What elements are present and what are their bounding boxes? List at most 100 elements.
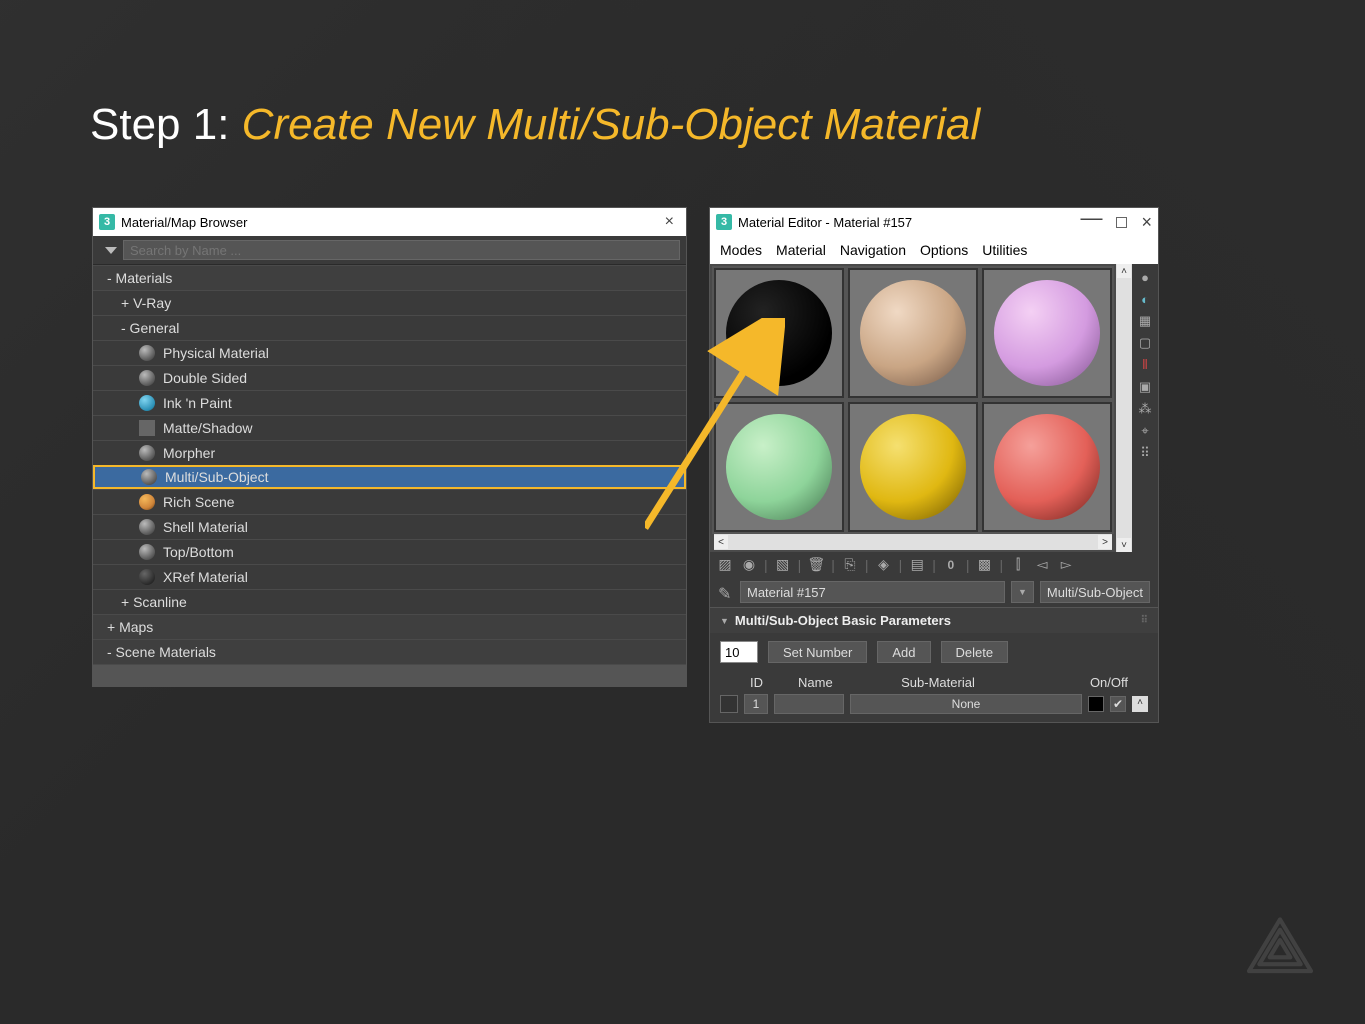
- sample-slot-1[interactable]: [714, 268, 844, 398]
- pick-material-icon[interactable]: ✎: [718, 584, 734, 600]
- show-end-icon[interactable]: ⫿: [1009, 556, 1027, 573]
- get-material-icon[interactable]: ▨: [716, 556, 734, 573]
- editor-menubar: Modes Material Navigation Options Utilit…: [710, 236, 1158, 264]
- video-color-icon[interactable]: ⦀: [1136, 356, 1154, 374]
- slot-headers: ID Name Sub-Material On/Off: [720, 675, 1148, 690]
- make-unique-icon[interactable]: ◈: [875, 556, 893, 573]
- params-row: Set Number Add Delete: [720, 641, 1148, 663]
- square-icon: [139, 420, 155, 436]
- sphere-icon: [994, 414, 1100, 520]
- show-in-viewport-icon[interactable]: ▩: [975, 556, 993, 573]
- mat-id-icon[interactable]: 0: [942, 558, 960, 572]
- tree-item-topbottom[interactable]: Top/Bottom: [93, 539, 686, 564]
- scroll-left-icon[interactable]: <: [714, 535, 728, 549]
- set-number-button[interactable]: Set Number: [768, 641, 867, 663]
- close-icon[interactable]: ×: [1141, 212, 1152, 233]
- scroll-down-icon[interactable]: ˅: [1117, 538, 1131, 552]
- header-name: Name: [798, 675, 858, 690]
- tree-section-scene[interactable]: - Scene Materials: [93, 639, 686, 664]
- material-type-button[interactable]: Multi/Sub-Object: [1040, 581, 1150, 603]
- sphere-icon: [139, 370, 155, 386]
- menu-navigation[interactable]: Navigation: [840, 242, 906, 258]
- tree-vray[interactable]: + V-Ray: [93, 290, 686, 315]
- menu-utilities[interactable]: Utilities: [982, 242, 1027, 258]
- options-icon[interactable]: ⁂: [1136, 400, 1154, 418]
- tree-item-multisub[interactable]: Multi/Sub-Object: [93, 465, 686, 489]
- header-submaterial: Sub-Material: [878, 675, 998, 690]
- make-copy-icon[interactable]: ⎘: [841, 556, 859, 573]
- put-to-scene-icon[interactable]: ◉: [740, 556, 758, 573]
- editor-titlebar[interactable]: 3 Material Editor - Material #157 — ×: [710, 208, 1158, 236]
- tree-section-materials[interactable]: - Materials: [93, 265, 686, 290]
- add-button[interactable]: Add: [877, 641, 930, 663]
- editor-toolbar: ▨ ◉ | ▧ | 🗑 | ⎘ | ◈ | ▤ | 0 | ▩ | ⫿ ◅ ▻: [710, 552, 1158, 577]
- menu-modes[interactable]: Modes: [720, 242, 762, 258]
- slot-id[interactable]: 1: [744, 694, 768, 714]
- go-forward-icon[interactable]: ▻: [1057, 556, 1075, 573]
- tree-item-inkpaint[interactable]: Ink 'n Paint: [93, 390, 686, 415]
- tree-item-shell[interactable]: Shell Material: [93, 514, 686, 539]
- slot-swatch[interactable]: [720, 695, 738, 713]
- make-preview-icon[interactable]: ▣: [1136, 378, 1154, 396]
- sphere-icon: [726, 280, 832, 386]
- rollout-header[interactable]: ▼ Multi/Sub-Object Basic Parameters ⠿: [710, 607, 1158, 633]
- tree-scanline[interactable]: + Scanline: [93, 589, 686, 614]
- sample-slot-4[interactable]: [714, 402, 844, 532]
- go-to-parent-icon[interactable]: ◅: [1033, 556, 1051, 573]
- backlight-icon[interactable]: ◐: [1136, 290, 1154, 308]
- delete-button[interactable]: Delete: [941, 641, 1009, 663]
- slot-scroll-up-icon[interactable]: ˄: [1132, 696, 1148, 712]
- background-icon[interactable]: ▦: [1136, 312, 1154, 330]
- sphere-icon: [994, 280, 1100, 386]
- header-onoff: On/Off: [1090, 675, 1128, 690]
- slot-submaterial-button[interactable]: None: [850, 694, 1082, 714]
- scroll-up-icon[interactable]: ˄: [1117, 264, 1131, 278]
- tree-item-xref[interactable]: XRef Material: [93, 564, 686, 589]
- material-tree: - Materials + V-Ray - General Physical M…: [93, 265, 686, 686]
- menu-options[interactable]: Options: [920, 242, 968, 258]
- sample-uv-icon[interactable]: ▢: [1136, 334, 1154, 352]
- sample-area: < > ˄ ˅ ● ◐ ▦ ▢ ⦀ ▣ ⁂ ⌖ ⠿: [710, 264, 1158, 552]
- tree-item-matteshadow[interactable]: Matte/Shadow: [93, 415, 686, 440]
- tree-item-physical[interactable]: Physical Material: [93, 340, 686, 365]
- sample-slot-6[interactable]: [982, 402, 1112, 532]
- sphere-icon: [139, 345, 155, 361]
- maximize-icon[interactable]: [1116, 217, 1127, 228]
- search-input[interactable]: [123, 240, 680, 260]
- sample-slot-3[interactable]: [982, 268, 1112, 398]
- select-by-icon[interactable]: ⌖: [1136, 422, 1154, 440]
- v-scrollbar[interactable]: ˄ ˅: [1116, 264, 1132, 552]
- tree-section-maps[interactable]: + Maps: [93, 614, 686, 639]
- sample-slot-5[interactable]: [848, 402, 978, 532]
- tree-item-richscene[interactable]: Rich Scene: [93, 489, 686, 514]
- scroll-right-icon[interactable]: >: [1098, 535, 1112, 549]
- browser-titlebar[interactable]: 3 Material/Map Browser ×: [93, 208, 686, 236]
- slot-onoff-checkbox[interactable]: ✔: [1110, 696, 1126, 712]
- chevron-down-icon: ▼: [1018, 587, 1027, 597]
- tree-item-morpher[interactable]: Morpher: [93, 440, 686, 465]
- menu-material[interactable]: Material: [776, 242, 826, 258]
- put-to-lib-icon[interactable]: ▤: [908, 556, 926, 573]
- app-icon: 3: [716, 214, 732, 230]
- sample-slot-2[interactable]: [848, 268, 978, 398]
- assign-icon[interactable]: ▧: [774, 556, 792, 573]
- material-name-input[interactable]: [740, 581, 1005, 603]
- sphere-icon: [860, 414, 966, 520]
- close-icon[interactable]: ×: [659, 213, 680, 231]
- sample-grid: [712, 266, 1114, 534]
- slide-title: Step 1: Create New Multi/Sub-Object Mate…: [90, 100, 980, 150]
- slot-color-swatch[interactable]: [1088, 696, 1104, 712]
- minimize-icon[interactable]: —: [1080, 213, 1102, 223]
- tree-general[interactable]: - General: [93, 315, 686, 340]
- h-scrollbar[interactable]: < >: [714, 534, 1112, 550]
- layout-icon[interactable]: ⠿: [1136, 444, 1154, 462]
- material-browser-window: 3 Material/Map Browser × - Materials + V…: [92, 207, 687, 687]
- num-submaterials-input[interactable]: [720, 641, 758, 663]
- tree-item-doublesided[interactable]: Double Sided: [93, 365, 686, 390]
- reset-icon[interactable]: 🗑: [807, 556, 825, 573]
- slot-name-input[interactable]: [774, 694, 844, 714]
- dropdown-arrow-icon[interactable]: [105, 247, 117, 254]
- material-type-dropdown[interactable]: ▼: [1011, 581, 1034, 603]
- sample-type-icon[interactable]: ●: [1136, 268, 1154, 286]
- header-id: ID: [750, 675, 778, 690]
